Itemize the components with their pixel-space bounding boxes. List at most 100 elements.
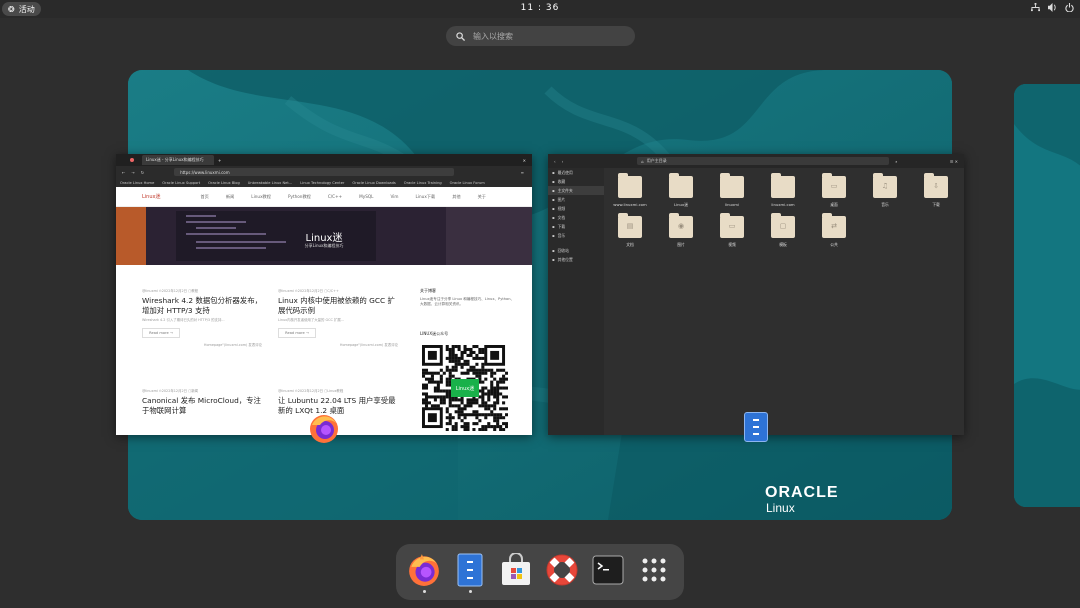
site-nav-item[interactable]: Python教程: [288, 194, 311, 200]
site-nav-item[interactable]: Vim: [391, 194, 399, 200]
folder-item[interactable]: ◉ 图片: [661, 213, 701, 248]
files-sidebar-label: 最近使用: [557, 169, 573, 175]
brand-line2: Linux: [766, 501, 795, 515]
site-nav-item[interactable]: 新闻: [226, 194, 234, 200]
bookmark-item[interactable]: Oracle Linux Support: [162, 181, 200, 185]
new-tab-icon[interactable]: +: [218, 158, 221, 163]
bookmark-item[interactable]: Unbreakable Linux Net...: [248, 181, 292, 185]
power-icon: [1065, 3, 1074, 12]
folder-item[interactable]: ▢ 模板: [763, 213, 803, 248]
search-icon[interactable]: ⌕: [895, 159, 897, 164]
post-title[interactable]: Canonical 发布 MicroCloud，专注于物联网计算: [142, 396, 262, 415]
place-icon: ▪: [552, 197, 555, 202]
site-logo[interactable]: Linux迷: [142, 193, 160, 200]
folder-item[interactable]: linuxmi: [712, 173, 752, 207]
folder-item[interactable]: Linux迷: [661, 173, 701, 208]
folder-item[interactable]: ▭ 桌面: [814, 173, 854, 208]
next-workspace-thumbnail[interactable]: [1014, 84, 1080, 507]
reload-icon[interactable]: ↻: [141, 170, 144, 175]
clock[interactable]: 11 : 36: [0, 3, 1080, 13]
dock-firefox[interactable]: [406, 552, 442, 588]
post-excerpt: Linux内核开发者使用了大量的 GCC 扩展...: [278, 318, 344, 322]
site-nav-item[interactable]: 关于: [478, 194, 486, 200]
files-sidebar-item[interactable]: ▪ 文档: [548, 213, 604, 222]
files-sidebar-item[interactable]: ▪ 最近使用: [548, 168, 604, 177]
post-meta: @linuxmi ⊙2022年12月2日 ▢C/C++: [278, 289, 339, 293]
post-card[interactable]: @linuxmi ⊙2022年12月2日 ▢Linux教程 让 Lubuntu …: [278, 388, 398, 415]
menu-icon[interactable]: ≡: [521, 170, 524, 175]
files-sidebar-item[interactable]: ▪ 视频: [548, 204, 604, 213]
post-card[interactable]: @linuxmi ⊙2022年12月2日 ▢教程 Wireshark 4.2 数…: [142, 288, 262, 347]
post-meta: @linuxmi ⊙2022年12月2日 ▢Linux教程: [278, 389, 344, 393]
dock-app-grid[interactable]: [636, 552, 672, 588]
files-window[interactable]: ‹ › ⌂ 用户主目录 ⌕ ☰ ✕ ▪ 最近使用 ▪ 收藏 ▪ 主文件夹 ▪ 图片 ▪ 视频 ▪ 文档…: [548, 154, 964, 435]
read-more-button[interactable]: Read more →: [278, 328, 316, 338]
files-sidebar-item[interactable]: ▪ 下载: [548, 222, 604, 231]
bookmark-item[interactable]: Oracle Linux Blog: [208, 181, 240, 185]
forward-icon[interactable]: ›: [562, 159, 564, 164]
site-nav-item[interactable]: Linux教程: [251, 194, 271, 200]
place-icon: ▪: [552, 170, 555, 175]
site-hero-banner: Linux迷 分享Linux和编程技巧: [116, 207, 532, 265]
view-options-icon[interactable]: ☰ ✕: [950, 159, 958, 164]
folder-icon: ◉: [669, 213, 693, 238]
bookmark-item[interactable]: Oracle Linux Forum: [450, 181, 485, 185]
back-icon[interactable]: ←: [122, 170, 125, 175]
browser-tabbar: Linux迷 - 分享Linux和编程技巧 + ✕: [116, 154, 532, 166]
files-sidebar-item[interactable]: ▪ 主文件夹: [548, 186, 604, 195]
files-sidebar-item[interactable]: ▪ 其他位置: [548, 255, 604, 264]
dock-help[interactable]: [544, 552, 580, 588]
site-nav-item[interactable]: 首页: [200, 194, 208, 200]
folder-item[interactable]: ▭ 视频: [712, 213, 752, 248]
folder-item[interactable]: ⇄ 公共: [814, 213, 854, 248]
folder-glyph: ⇄: [831, 222, 837, 230]
forward-icon[interactable]: →: [131, 170, 134, 175]
post-footer: Homepage"(linuxmi.com) 发表评论: [339, 343, 398, 347]
wallpaper-pattern: [1014, 84, 1080, 507]
path-bar[interactable]: ⌂ 用户主目录: [637, 157, 890, 165]
folder-item[interactable]: ⇩ 下载: [916, 173, 956, 208]
files-sidebar-item[interactable]: ▪ 收藏: [548, 177, 604, 186]
dock-terminal[interactable]: [590, 552, 626, 588]
site-nav-item[interactable]: Linux下载: [416, 194, 436, 200]
folder-item[interactable]: ▤ 文档: [610, 213, 650, 248]
post-title[interactable]: Wireshark 4.2 数据包分析器发布，增加对 HTTP/3 支持: [142, 296, 262, 315]
folder-item[interactable]: ♫ 音乐: [865, 173, 905, 208]
back-icon[interactable]: ‹: [554, 159, 556, 164]
about-heading: 关于博客: [420, 288, 436, 293]
files-sidebar-item[interactable]: ▪ 回收站: [548, 246, 604, 255]
site-nav-item[interactable]: MySQL: [359, 194, 373, 200]
files-drag-icon[interactable]: [744, 412, 768, 442]
url-bar[interactable]: https://www.linuxmi.com: [174, 168, 455, 176]
bookmark-item[interactable]: Oracle Linux Training: [404, 181, 442, 185]
search-input[interactable]: 输入以搜索: [446, 26, 635, 46]
brand-line1: ORACLE: [765, 484, 839, 501]
files-sidebar-label: 收藏: [557, 178, 566, 184]
close-window-icon[interactable]: ✕: [523, 158, 526, 163]
post-footer: Homepage"(linuxmi.com) 发表评论: [203, 343, 262, 347]
dock-files[interactable]: [452, 552, 488, 588]
bookmark-item[interactable]: Oracle Linux Downloads: [352, 181, 395, 185]
post-card[interactable]: @linuxmi ⊙2022年12月2日 ▢C/C++ Linux 内核中使用被…: [278, 288, 398, 347]
software-bag-icon: [502, 553, 530, 585]
site-nav-item[interactable]: C/C++: [328, 194, 342, 200]
bookmark-item[interactable]: Linux Technology Center: [300, 181, 344, 185]
folder-item[interactable]: linuxmi.com: [763, 173, 803, 207]
site-nav-item[interactable]: 其他: [452, 194, 460, 200]
files-sidebar-item[interactable]: ▪ 音乐: [548, 231, 604, 240]
place-icon: ▪: [552, 248, 555, 253]
browser-tab[interactable]: Linux迷 - 分享Linux和编程技巧: [142, 155, 214, 165]
firefox-window[interactable]: Linux迷 - 分享Linux和编程技巧 + ✕ ← → ↻ https://…: [116, 154, 532, 435]
firefox-drag-icon[interactable]: [308, 413, 340, 445]
folder-item[interactable]: www.linuxmi.com: [610, 173, 650, 207]
post-meta: @linuxmi ⊙2022年12月2日 ▢新闻: [142, 389, 199, 393]
files-sidebar-label: 其他位置: [557, 256, 573, 262]
folder-icon: [669, 173, 693, 198]
dock-software[interactable]: [498, 552, 534, 588]
read-more-button[interactable]: Read more →: [142, 328, 180, 338]
bookmark-item[interactable]: Oracle Linux Home: [120, 181, 154, 185]
files-sidebar-item[interactable]: ▪ 图片: [548, 195, 604, 204]
post-card[interactable]: @linuxmi ⊙2022年12月2日 ▢新闻 Canonical 发布 Mi…: [142, 388, 262, 415]
post-title[interactable]: Linux 内核中使用被依赖的 GCC 扩展代码示例: [278, 296, 398, 315]
system-tray[interactable]: [1031, 3, 1074, 12]
